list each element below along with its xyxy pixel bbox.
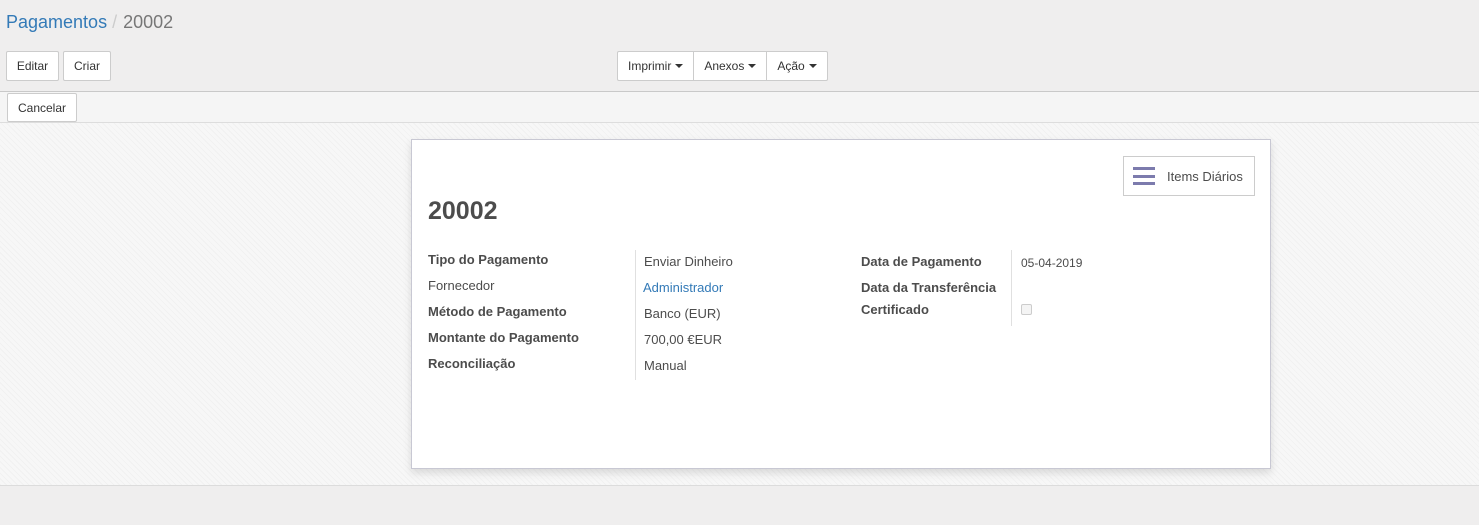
list-icon — [1133, 167, 1155, 185]
breadcrumb-current: 20002 — [123, 12, 174, 32]
sidebar-actions-group: Imprimir Anexos Ação — [617, 51, 828, 81]
field-divider — [635, 250, 636, 380]
action-dropdown-button[interactable]: Ação — [767, 52, 826, 80]
print-label: Imprimir — [628, 59, 672, 73]
cancel-button[interactable]: Cancelar — [7, 93, 77, 122]
action-label: Ação — [777, 59, 805, 73]
smart-button-label: Items Diários — [1167, 168, 1243, 184]
field-value[interactable]: 700,00 €EUR — [644, 332, 722, 347]
field-value[interactable]: 05-04-2019 — [1021, 256, 1082, 270]
create-button[interactable]: Criar — [63, 51, 111, 81]
certified-checkbox[interactable] — [1021, 304, 1032, 315]
breadcrumb: Pagamentos/20002 — [6, 10, 173, 34]
attachments-label: Anexos — [704, 59, 745, 73]
right-field-group: Data de Pagamento 05-04-2019 Data da Tra… — [861, 250, 1241, 326]
left-field-group: Tipo do Pagamento Enviar Dinheiro Fornec… — [428, 250, 838, 380]
breadcrumb-parent-link[interactable]: Pagamentos — [6, 12, 107, 32]
field-label: Data de Pagamento — [861, 254, 982, 269]
field-label: Tipo do Pagamento — [428, 252, 549, 267]
field-label: Fornecedor — [428, 278, 495, 293]
journal-items-smart-button[interactable]: Items Diários — [1123, 156, 1255, 196]
field-value[interactable]: Manual — [644, 358, 687, 373]
form-sheet: Items Diários 20002 Tipo do Pagamento En… — [411, 139, 1271, 469]
field-value[interactable]: Enviar Dinheiro — [644, 254, 733, 269]
caret-down-icon — [675, 64, 684, 68]
caret-down-icon — [808, 64, 817, 68]
print-dropdown-button[interactable]: Imprimir — [618, 52, 695, 80]
form-statusbar: Cancelar — [0, 92, 1479, 123]
field-label: Data da Transferência — [861, 280, 997, 295]
field-value[interactable]: Banco (EUR) — [644, 306, 721, 321]
caret-down-icon — [748, 64, 757, 68]
record-title: 20002 — [428, 197, 498, 225]
attachments-dropdown-button[interactable]: Anexos — [694, 52, 768, 80]
field-label: Certificado — [861, 302, 929, 317]
vendor-link[interactable]: Administrador — [643, 280, 723, 295]
field-divider — [1011, 250, 1012, 326]
control-panel: Pagamentos/20002 Editar Criar Imprimir A… — [0, 0, 1479, 92]
edit-button[interactable]: Editar — [6, 51, 59, 81]
field-label: Método de Pagamento — [428, 304, 567, 319]
breadcrumb-separator: / — [112, 12, 118, 32]
field-label: Reconciliação — [428, 356, 516, 371]
field-label: Montante do Pagamento — [428, 330, 579, 345]
